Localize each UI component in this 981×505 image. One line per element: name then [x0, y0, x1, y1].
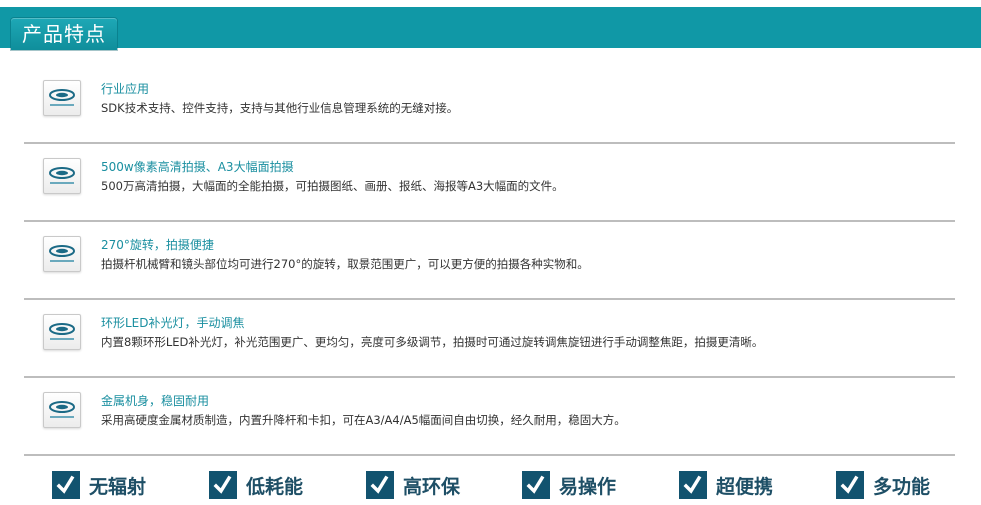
section-title: 产品特点 — [11, 18, 117, 50]
checkmark-icon — [209, 471, 237, 499]
badge-label: 无辐射 — [89, 476, 147, 498]
feature-item: 行业应用 SDK技术支持、控件支持，支持与其他行业信息管理系统的无缝对接。 — [24, 66, 955, 144]
scanner-logo-icon — [43, 80, 81, 116]
feature-item: 270°旋转，拍摄便捷 拍摄杆机械臂和镜头部位均可进行270°的旋转，取景范围更… — [24, 222, 955, 300]
feature-title: 行业应用 — [101, 82, 150, 96]
badge-label: 高环保 — [403, 476, 461, 498]
feature-item: 500w像素高清拍摄、A3大幅面拍摄 500万高清拍摄，大幅面的全能拍摄，可拍摄… — [24, 144, 955, 222]
feature-title: 270°旋转，拍摄便捷 — [101, 238, 214, 252]
checkmark-icon — [836, 471, 864, 499]
badge-label: 低耗能 — [246, 476, 304, 498]
checkmark-icon — [522, 471, 550, 499]
feature-item: 环形LED补光灯，手动调焦 内置8颗环形LED补光灯，补光范围更广、更均匀，亮度… — [24, 300, 955, 378]
feature-description: 内置8颗环形LED补光灯，补光范围更广、更均匀，亮度可多级调节，拍摄时可通过旋转… — [101, 335, 764, 349]
feature-description: 500万高清拍摄，大幅面的全能拍摄，可拍摄图纸、画册、报纸、海报等A3大幅面的文… — [101, 179, 564, 193]
badge-label: 超便携 — [716, 476, 774, 498]
badge-label: 多功能 — [873, 476, 931, 498]
scanner-logo-icon — [43, 236, 81, 272]
section-header-bar: 产品特点 — [0, 7, 981, 50]
feature-item: 金属机身，稳固耐用 采用高硬度金属材质制造，内置升降杆和卡扣，可在A3/A4/A… — [24, 378, 955, 456]
feature-list: 行业应用 SDK技术支持、控件支持，支持与其他行业信息管理系统的无缝对接。 50… — [24, 66, 955, 456]
feature-description: SDK技术支持、控件支持，支持与其他行业信息管理系统的无缝对接。 — [101, 101, 459, 115]
scanner-logo-icon — [43, 392, 81, 428]
feature-description: 采用高硬度金属材质制造，内置升降杆和卡扣，可在A3/A4/A5幅面间自由切换，经… — [101, 413, 626, 427]
checkmark-icon — [52, 471, 80, 499]
scanner-logo-icon — [43, 158, 81, 194]
checkmark-icon — [679, 471, 707, 499]
feature-badges: 无辐射 低耗能 高环保 易操作 超便携 多功能 — [52, 471, 952, 501]
scanner-logo-icon — [43, 314, 81, 350]
feature-title: 500w像素高清拍摄、A3大幅面拍摄 — [101, 160, 294, 174]
badge-label: 易操作 — [559, 476, 617, 498]
feature-title: 金属机身，稳固耐用 — [101, 394, 210, 408]
checkmark-icon — [366, 471, 394, 499]
feature-title: 环形LED补光灯，手动调焦 — [101, 316, 245, 330]
feature-description: 拍摄杆机械臂和镜头部位均可进行270°的旋转，取景范围更广，可以更方便的拍摄各种… — [101, 257, 589, 271]
